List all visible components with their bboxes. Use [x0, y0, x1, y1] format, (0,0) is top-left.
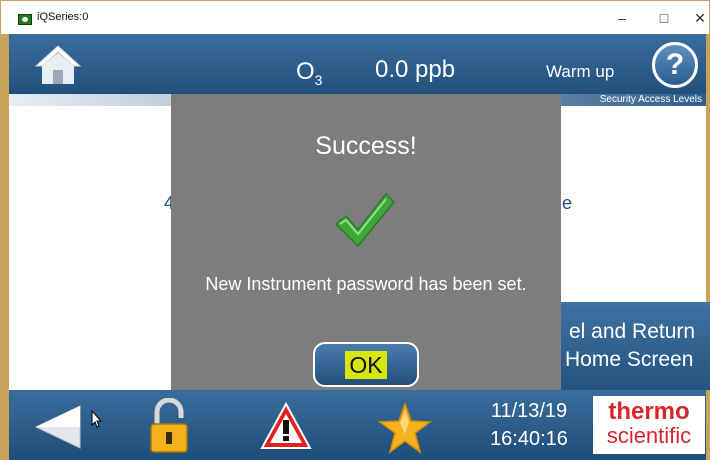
ok-button[interactable]: OK — [313, 342, 419, 387]
app-window: iQSeries:0 – □ ✕ O3 0.0 ppb Warm up ? Se… — [0, 0, 710, 460]
logo-line-1: thermo — [608, 398, 690, 425]
warning-icon[interactable] — [260, 402, 312, 450]
time-display: 16:40:16 — [490, 428, 568, 450]
content-text-right: e — [562, 193, 573, 213]
window-frame-right — [706, 34, 710, 460]
status-text: Warm up — [546, 62, 615, 81]
header-bar: O3 0.0 ppb Warm up ? — [9, 34, 706, 94]
cancel-return-button[interactable]: el and Return Home Screen — [553, 302, 710, 390]
brand-logo: thermo scientific — [593, 396, 705, 454]
cancel-line-1: el and Return — [569, 320, 696, 343]
close-button[interactable]: ✕ — [685, 7, 710, 29]
lock-icon[interactable] — [147, 398, 191, 454]
minimize-button[interactable]: – — [607, 7, 637, 29]
logo-line-2: scientific — [606, 423, 692, 448]
dialog-title: Success! — [315, 132, 417, 160]
concentration-reading: 0.0 ppb — [375, 56, 456, 83]
cancel-line-2: Home Screen — [565, 348, 694, 371]
mouse-cursor-icon — [91, 410, 103, 428]
dialog-message: New Instrument password has been set. — [205, 274, 527, 294]
window-title: iQSeries:0 — [37, 11, 89, 23]
back-arrow-icon[interactable] — [34, 404, 82, 450]
section-label: Security Access Levels — [599, 94, 702, 105]
gas-label: O3 — [296, 58, 323, 88]
date-display: 11/13/19 — [490, 400, 568, 422]
star-icon[interactable] — [378, 402, 432, 454]
maximize-button[interactable]: □ — [649, 7, 679, 29]
home-icon[interactable] — [34, 44, 82, 86]
help-button[interactable]: ? — [652, 42, 698, 88]
window-titlebar: iQSeries:0 – □ ✕ — [0, 0, 710, 34]
footer-bar: 11/13/19 16:40:16 thermo scientific — [9, 390, 706, 460]
success-dialog: Success! New Instrument password has bee… — [171, 94, 561, 404]
window-frame-left — [0, 34, 9, 460]
checkmark-icon — [334, 192, 396, 248]
ok-label: OK — [345, 351, 387, 379]
app-eye-icon — [18, 14, 32, 25]
